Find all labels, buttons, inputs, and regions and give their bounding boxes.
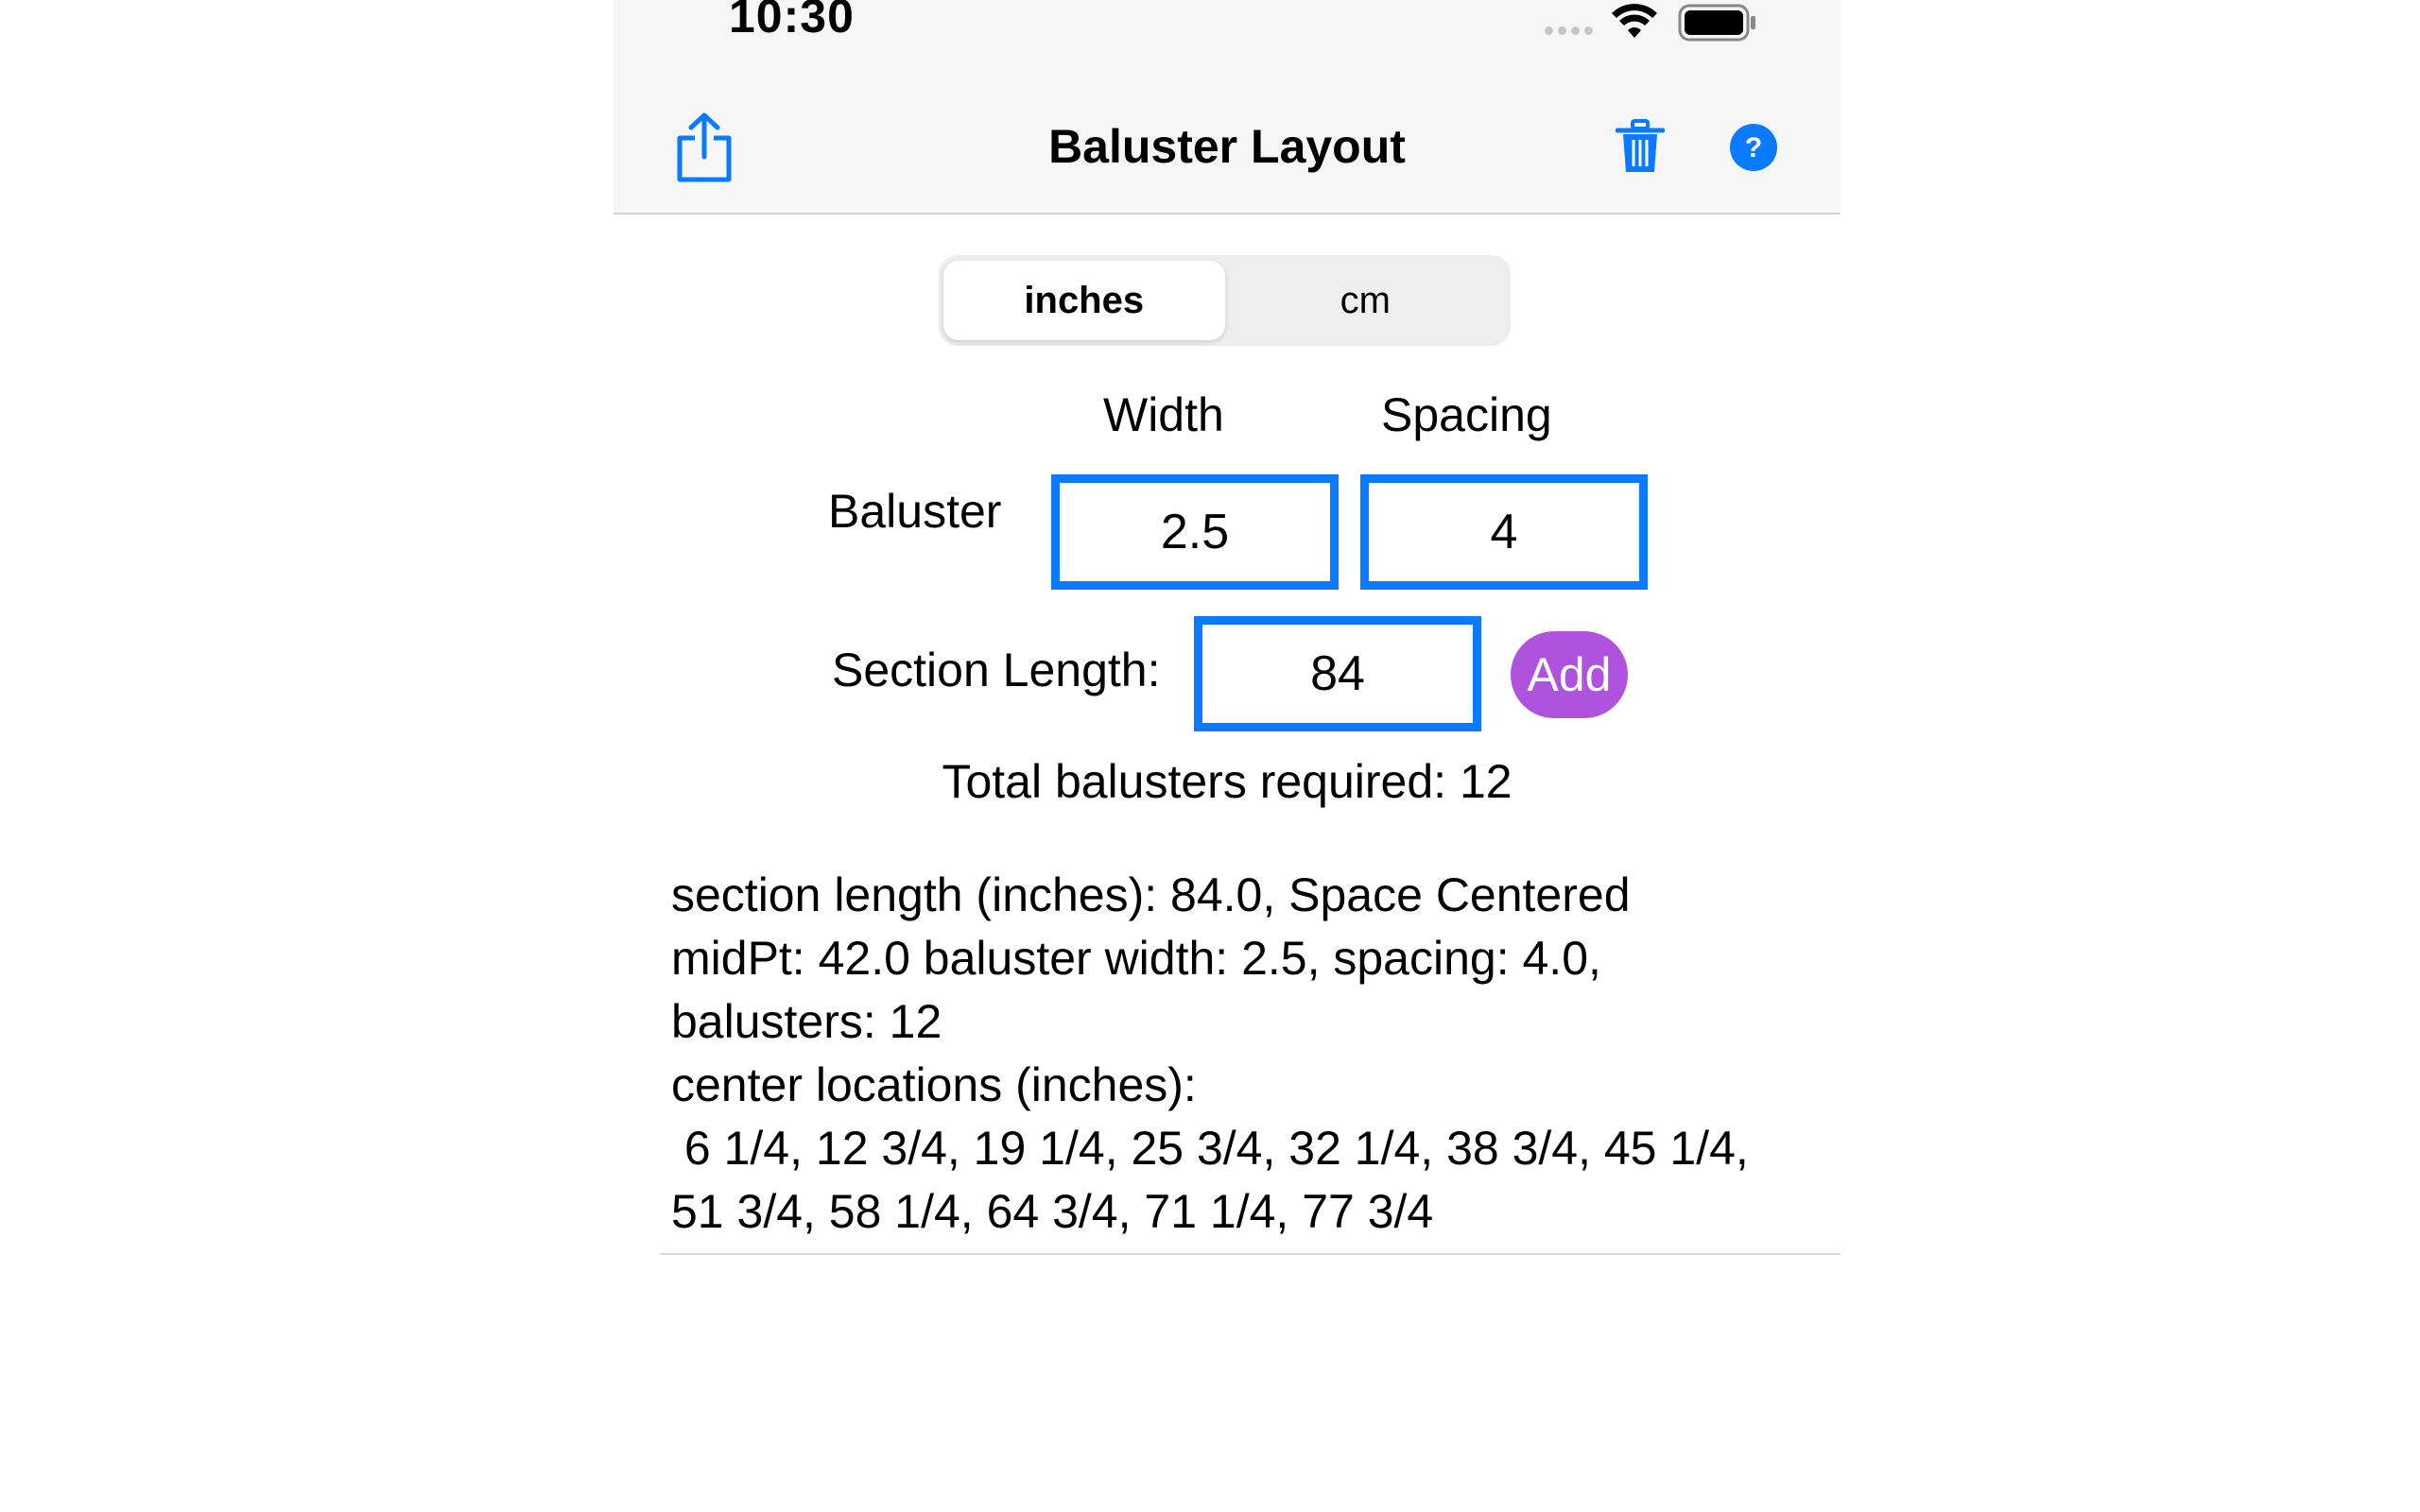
baluster-spacing-field[interactable]: 4 xyxy=(1360,474,1648,590)
battery-icon xyxy=(1678,4,1755,42)
section-length-field[interactable]: 84 xyxy=(1194,616,1481,731)
status-bar: 10:30 xyxy=(614,0,1841,57)
app-screen: 10:30 Baluster Layout ? inches cm Width … xyxy=(614,0,1841,1512)
trash-icon[interactable] xyxy=(1616,119,1665,176)
width-column-label: Width xyxy=(1103,388,1224,441)
units-option-inches[interactable]: inches xyxy=(943,261,1225,340)
divider xyxy=(660,1253,1841,1255)
results-line: 6 1/4, 12 3/4, 19 1/4, 25 3/4, 32 1/4, 3… xyxy=(671,1122,1749,1175)
total-balusters-text: Total balusters required: 12 xyxy=(942,755,1512,808)
add-button[interactable]: Add xyxy=(1511,631,1628,718)
spacing-column-label: Spacing xyxy=(1381,388,1552,441)
status-time: 10:30 xyxy=(729,0,855,43)
results-line: section length (inches): 84.0, Space Cen… xyxy=(671,868,1631,921)
units-option-cm[interactable]: cm xyxy=(1225,261,1507,340)
baluster-width-field[interactable]: 2.5 xyxy=(1051,474,1339,590)
svg-text:?: ? xyxy=(1745,132,1762,163)
cellular-signal-icon xyxy=(1545,26,1593,35)
results-line: 51 3/4, 58 1/4, 64 3/4, 71 1/4, 77 3/4 xyxy=(671,1185,1434,1238)
navigation-bar: Baluster Layout ? xyxy=(614,57,1841,215)
results-text: section length (inches): 84.0, Space Cen… xyxy=(671,864,1806,1244)
results-line: balusters: 12 xyxy=(671,995,942,1048)
results-line: midPt: 42.0 baluster width: 2.5, spacing… xyxy=(671,932,1601,985)
baluster-row-label: Baluster xyxy=(828,485,1002,538)
results-line: center locations (inches): xyxy=(671,1058,1197,1111)
wifi-icon xyxy=(1612,4,1657,38)
help-icon[interactable]: ? xyxy=(1729,123,1778,172)
section-length-label: Section Length: xyxy=(832,644,1161,696)
units-segmented-control: inches cm xyxy=(939,255,1511,346)
